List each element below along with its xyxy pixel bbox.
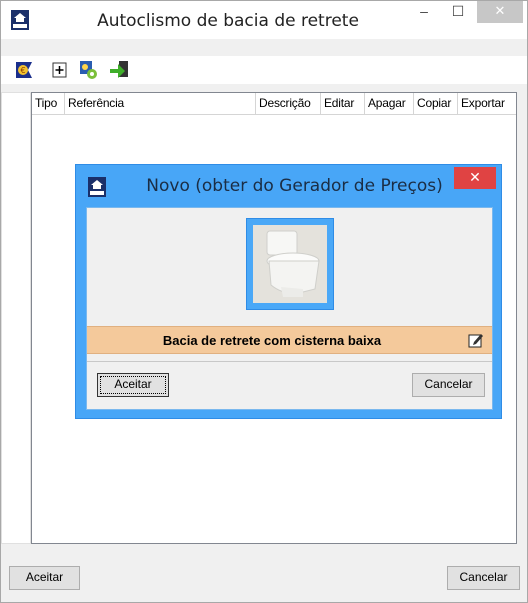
new-item-dialog: Novo (obter do Gerador de Preços) ✕ Baci… [75, 164, 502, 419]
dialog-title: Novo (obter do Gerador de Preços) [146, 176, 443, 196]
add-icon[interactable] [49, 59, 71, 81]
title-bar: Autoclismo de bacia de retrete – ☐ ✕ [1, 1, 527, 39]
close-button[interactable]: ✕ [477, 1, 523, 23]
import-arrow-icon[interactable] [108, 59, 130, 81]
dialog-cancel-button[interactable]: Cancelar [412, 373, 485, 397]
accept-button[interactable]: Aceitar [9, 566, 80, 590]
left-strip [1, 92, 31, 544]
column-header-referencia[interactable]: Referência [65, 93, 256, 115]
item-description: Bacia de retrete com cisterna baixa [162, 333, 382, 348]
toilet-icon [253, 225, 327, 303]
dialog-close-button[interactable]: ✕ [454, 167, 496, 189]
svg-text:€: € [21, 66, 26, 75]
cancel-button[interactable]: Cancelar [447, 566, 520, 590]
image-area [87, 208, 492, 322]
toolbar: € [1, 56, 527, 84]
maximize-button[interactable]: ☐ [445, 1, 471, 23]
description-bar: Bacia de retrete com cisterna baixa [87, 326, 492, 354]
column-header-exportar[interactable]: Exportar [458, 93, 516, 115]
column-header-editar[interactable]: Editar [321, 93, 365, 115]
euro-price-icon[interactable]: € [13, 59, 35, 81]
divider [87, 361, 492, 362]
column-header-tipo[interactable]: Tipo [32, 93, 65, 115]
window-title: Autoclismo de bacia de retrete [97, 11, 359, 31]
column-header-descricao[interactable]: Descrição [256, 93, 321, 115]
dialog-accept-button[interactable]: Aceitar [97, 373, 169, 397]
minimize-button[interactable]: – [411, 1, 437, 23]
column-header-copiar[interactable]: Copiar [414, 93, 458, 115]
gears-icon[interactable] [78, 59, 100, 81]
table-header: Tipo Referência Descrição Editar Apagar … [32, 93, 516, 115]
toilet-photo [253, 225, 327, 303]
column-header-apagar[interactable]: Apagar [365, 93, 414, 115]
edit-pencil-icon[interactable] [468, 332, 484, 348]
dialog-title-bar: Novo (obter do Gerador de Preços) ✕ [76, 165, 501, 207]
image-frame[interactable] [246, 218, 334, 310]
dialog-body: Bacia de retrete com cisterna baixa Acei… [86, 207, 493, 410]
